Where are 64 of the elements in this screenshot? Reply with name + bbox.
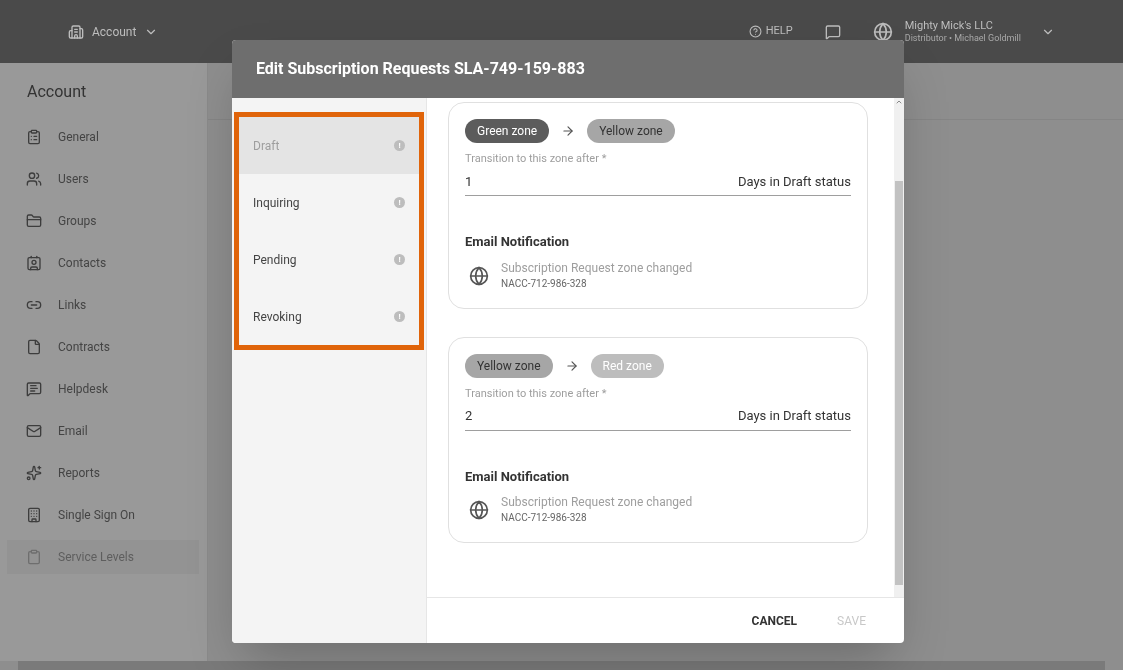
field-suffix: Days in Draft status — [737, 407, 851, 425]
field-label: Transition to this zone after * — [465, 151, 608, 167]
help-icon — [748, 25, 762, 38]
alert-badge: ! — [394, 140, 405, 151]
field-value: 2 — [465, 407, 473, 425]
scroll-up-icon[interactable] — [895, 98, 903, 106]
arrow-icon — [561, 124, 576, 138]
status-tab[interactable]: Draft ! — [239, 117, 419, 174]
sidebar-icon — [26, 213, 42, 229]
sidebar-item[interactable]: Links — [7, 288, 199, 322]
section-heading: Email Notification — [465, 467, 571, 486]
sidebar-item[interactable]: Helpdesk — [7, 372, 199, 406]
dialog-title: Edit Subscription Requests SLA-749-159-883 — [256, 58, 585, 80]
org-subtitle: Distributor • Michael Goldmill — [904, 31, 1021, 44]
sidebar-icon — [26, 171, 42, 187]
status-tab[interactable]: Inquiring ! — [239, 174, 419, 231]
chat-icon[interactable] — [824, 23, 841, 40]
sidebar-item[interactable]: Single Sign On — [7, 498, 199, 532]
sidebar-item[interactable]: Groups — [7, 204, 199, 238]
sidebar-item[interactable]: Contacts — [7, 246, 199, 280]
sidebar-icon — [26, 255, 42, 271]
dialog-button[interactable]: CANCEL — [751, 611, 798, 630]
zone-chip: Green zone — [465, 119, 550, 143]
notification-title: Subscription Request zone changed — [501, 259, 693, 276]
notification-code: NACC-712-986-328 — [501, 511, 588, 525]
sidebar-item[interactable]: Users — [7, 162, 199, 196]
sidebar-item[interactable]: General — [7, 120, 199, 154]
sidebar-icon — [26, 507, 42, 523]
sidebar-title: Account — [26, 80, 88, 103]
sidebar-icon — [26, 423, 42, 439]
account-menu[interactable]: Account — [68, 22, 159, 41]
sidebar-item[interactable]: Email — [7, 414, 199, 448]
days-field[interactable]: 1 Days in Draft status — [465, 171, 851, 196]
field-suffix: Days in Draft status — [737, 172, 851, 191]
zone-chip: Yellow zone — [587, 119, 675, 143]
alert-badge: ! — [394, 254, 405, 265]
section-heading: Email Notification — [465, 233, 571, 251]
building-icon — [68, 23, 84, 40]
zone-chip: Yellow zone — [465, 353, 553, 378]
notification-title: Subscription Request zone changed — [501, 494, 693, 510]
globe-icon — [872, 21, 893, 42]
vertical-scrollbar[interactable] — [894, 98, 904, 597]
sidebar-icon — [26, 549, 42, 565]
sidebar-item[interactable]: Contracts — [7, 330, 199, 364]
arrow-icon — [564, 358, 579, 373]
alert-badge: ! — [394, 311, 405, 322]
field-value: 1 — [465, 172, 473, 191]
alert-badge: ! — [394, 197, 405, 208]
globe-icon — [469, 265, 489, 286]
sidebar-icon — [26, 465, 42, 481]
sidebar-item[interactable]: Reports — [7, 456, 199, 490]
help-button[interactable]: HELP — [748, 23, 793, 40]
scrollbar-thumb[interactable] — [895, 181, 903, 585]
notification-code: NACC-712-986-328 — [501, 276, 588, 291]
sidebar-icon — [26, 339, 42, 355]
field-label: Transition to this zone after * — [465, 385, 608, 402]
globe-icon — [469, 500, 489, 520]
status-tab[interactable]: Revoking ! — [239, 288, 419, 345]
days-field[interactable]: 2 Days in Draft status — [465, 406, 851, 431]
status-tab[interactable]: Pending ! — [239, 231, 419, 288]
sidebar-icon — [26, 129, 42, 145]
org-name: Mighty Mick's LLC — [904, 19, 994, 32]
zone-chip: Red zone — [590, 353, 664, 378]
sidebar-icon — [26, 381, 42, 397]
